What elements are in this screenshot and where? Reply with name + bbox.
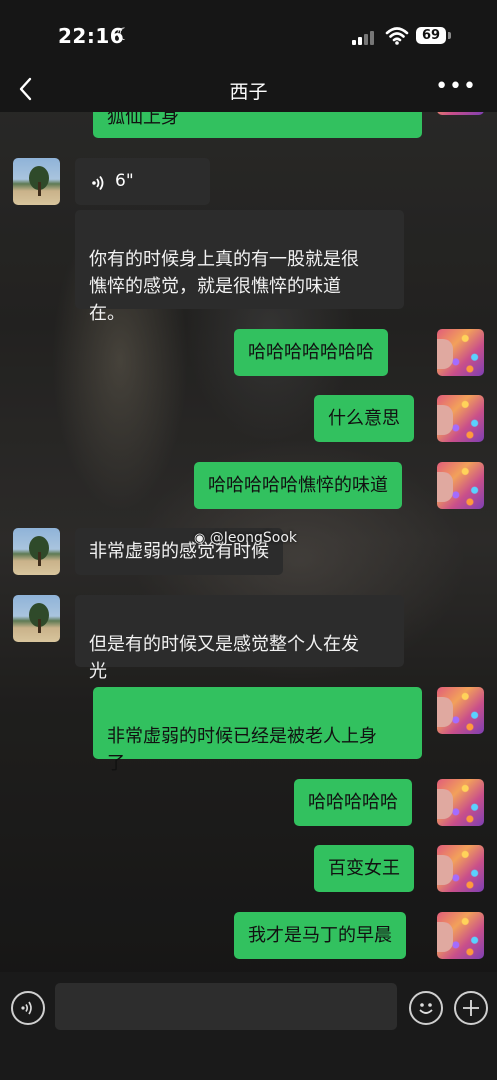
status-time: 22:16: [58, 24, 125, 48]
battery-tip: [448, 32, 451, 39]
my-avatar[interactable]: [437, 395, 484, 442]
my-avatar[interactable]: [437, 687, 484, 734]
message-text: 哈哈哈哈哈憔悴的味道: [208, 475, 388, 496]
my-avatar[interactable]: [437, 462, 484, 509]
emoji-button[interactable]: [409, 991, 443, 1025]
emoji-icon: [419, 1003, 433, 1014]
watermark: ◉ @JeongSook: [194, 530, 297, 546]
my-avatar[interactable]: [437, 329, 484, 376]
my-avatar[interactable]: [437, 912, 484, 959]
message-text: 百变女王: [328, 858, 400, 879]
voice-input-button[interactable]: [11, 991, 45, 1025]
plus-icon: [463, 1000, 479, 1016]
more-icon[interactable]: •••: [435, 74, 477, 99]
weibo-icon: ◉: [194, 531, 206, 546]
message-bubble[interactable]: 非常虚弱的时候已经是被老人上身 了: [93, 687, 422, 774]
plus-button[interactable]: [454, 991, 488, 1025]
message-text: 什么意思: [328, 408, 400, 429]
message-text: 哈哈哈哈哈: [308, 792, 398, 813]
contact-avatar[interactable]: [13, 595, 60, 642]
contact-avatar[interactable]: [13, 528, 60, 575]
message-bubble[interactable]: 什么意思: [314, 395, 414, 442]
message-input[interactable]: [55, 983, 397, 1030]
wifi-icon: [385, 27, 409, 45]
signal-icon: [352, 29, 378, 45]
message-bubble[interactable]: 你有的时候身上真的有一股就是很 憔悴的感觉，就是很憔悴的味道 在。: [75, 210, 404, 324]
voice-icon: [21, 1001, 32, 1015]
message-bubble[interactable]: 哈哈哈哈哈: [294, 779, 412, 826]
voice-icon: [92, 175, 104, 191]
chat-header: 西子 •••: [0, 70, 497, 112]
message-bubble[interactable]: 哈哈哈哈哈哈哈: [234, 329, 388, 376]
voice-duration: 6": [115, 171, 134, 191]
my-avatar[interactable]: [437, 845, 484, 892]
chat-title: 西子: [229, 81, 268, 103]
battery-indicator: 69: [416, 27, 446, 44]
status-bar: 22:16 ☾ 69: [0, 0, 497, 70]
contact-avatar[interactable]: [13, 158, 60, 205]
message-text: 哈哈哈哈哈哈哈: [248, 342, 374, 363]
message-bubble[interactable]: 我才是马丁的早晨: [234, 912, 406, 959]
message-bubble[interactable]: 但是有的时候又是感觉整个人在发 光: [75, 595, 404, 682]
message-text: 我才是马丁的早晨: [248, 925, 392, 946]
message-bubble[interactable]: 哈哈哈哈哈憔悴的味道: [194, 462, 402, 509]
message-bubble[interactable]: 百变女王: [314, 845, 414, 892]
moon-icon: ☾: [116, 25, 132, 45]
my-avatar[interactable]: [437, 779, 484, 826]
watermark-text: @JeongSook: [209, 530, 297, 546]
